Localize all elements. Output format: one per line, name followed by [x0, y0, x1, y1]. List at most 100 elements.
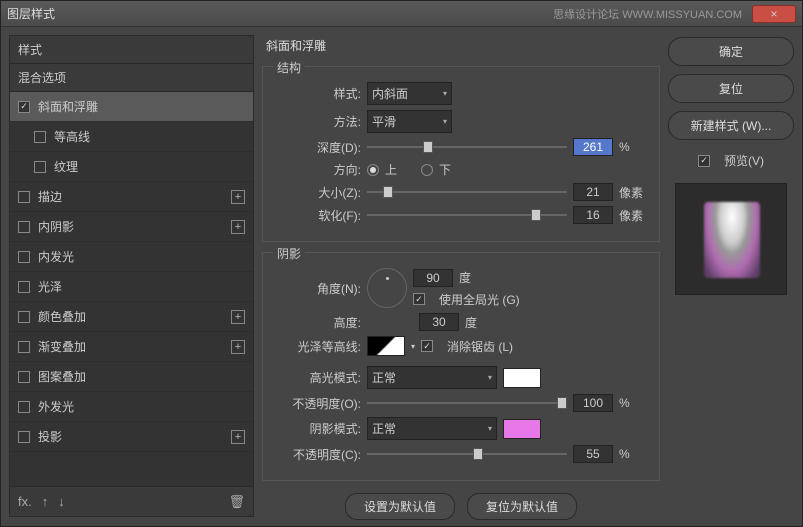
effect-checkbox[interactable]	[18, 341, 30, 353]
effect-checkbox[interactable]	[18, 401, 30, 413]
chevron-down-icon: ▾	[488, 424, 492, 433]
make-default-button[interactable]: 设置为默认值	[345, 493, 455, 520]
effect-label: 内阴影	[38, 218, 231, 235]
structure-legend: 结构	[273, 59, 305, 76]
panel-title: 斜面和浮雕	[262, 35, 660, 56]
depth-unit: %	[619, 140, 647, 154]
effect-checkbox[interactable]	[18, 311, 30, 323]
close-button[interactable]: ×	[752, 5, 796, 23]
highlight-opacity-label: 不透明度(O):	[275, 395, 361, 412]
angle-wheel[interactable]	[367, 268, 407, 308]
effect-label: 描边	[38, 188, 231, 205]
preview-checkbox[interactable]	[698, 155, 710, 167]
add-effect-icon[interactable]: +	[231, 220, 245, 234]
effect-checkbox[interactable]	[34, 131, 46, 143]
effect-checkbox[interactable]	[18, 371, 30, 383]
effect-item-3[interactable]: 描边+	[10, 182, 253, 212]
close-icon: ×	[770, 7, 777, 21]
reset-default-button[interactable]: 复位为默认值	[467, 493, 577, 520]
technique-label: 方法:	[275, 113, 361, 130]
direction-up-radio[interactable]	[367, 164, 379, 176]
effect-checkbox[interactable]	[18, 191, 30, 203]
technique-select[interactable]: 平滑▾	[367, 110, 452, 133]
blend-options[interactable]: 混合选项	[9, 64, 254, 92]
effect-item-4[interactable]: 内阴影+	[10, 212, 253, 242]
shading-legend: 阴影	[273, 245, 305, 262]
altitude-input[interactable]: 30	[419, 313, 459, 331]
dialog-body: 样式 混合选项 斜面和浮雕等高线纹理描边+内阴影+内发光光泽颜色叠加+渐变叠加+…	[1, 27, 802, 525]
chevron-down-icon[interactable]: ▾	[411, 342, 415, 351]
fx-menu[interactable]: fx.	[18, 494, 32, 509]
new-style-button[interactable]: 新建样式 (W)...	[668, 111, 794, 140]
default-buttons-row: 设置为默认值 复位为默认值	[262, 493, 660, 520]
effect-checkbox[interactable]	[18, 101, 30, 113]
direction-up-label: 上	[385, 161, 397, 178]
effect-item-10[interactable]: 外发光	[10, 392, 253, 422]
effect-label: 斜面和浮雕	[38, 98, 245, 115]
shadow-opacity-unit: %	[619, 447, 647, 461]
effect-item-7[interactable]: 颜色叠加+	[10, 302, 253, 332]
highlight-opacity-unit: %	[619, 396, 647, 410]
effect-list: 斜面和浮雕等高线纹理描边+内阴影+内发光光泽颜色叠加+渐变叠加+图案叠加外发光投…	[9, 92, 254, 487]
effect-checkbox[interactable]	[18, 221, 30, 233]
effect-checkbox[interactable]	[18, 281, 30, 293]
highlight-opacity-input[interactable]: 100	[573, 394, 613, 412]
titlebar: 图层样式 思缘设计论坛 WWW.MISSYUAN.COM ×	[1, 1, 802, 27]
structure-fieldset: 结构 样式: 内斜面▾ 方法: 平滑▾ 深度(D): 261 % 方向:	[262, 66, 660, 242]
direction-down-radio[interactable]	[421, 164, 433, 176]
add-effect-icon[interactable]: +	[231, 310, 245, 324]
styles-header[interactable]: 样式	[9, 35, 254, 64]
move-down-icon[interactable]: ↓	[58, 494, 65, 509]
effect-item-0[interactable]: 斜面和浮雕	[10, 92, 253, 122]
effect-checkbox[interactable]	[18, 431, 30, 443]
add-effect-icon[interactable]: +	[231, 340, 245, 354]
shadow-opacity-slider[interactable]	[367, 447, 567, 461]
effect-label: 图案叠加	[38, 368, 245, 385]
effect-label: 投影	[38, 428, 231, 445]
soften-unit: 像素	[619, 207, 647, 224]
soften-label: 软化(F):	[275, 207, 361, 224]
global-light-checkbox[interactable]	[413, 293, 425, 305]
shadow-mode-label: 阴影模式:	[275, 420, 361, 437]
cancel-button[interactable]: 复位	[668, 74, 794, 103]
gloss-contour-picker[interactable]	[367, 336, 405, 356]
highlight-mode-label: 高光模式:	[275, 369, 361, 386]
move-up-icon[interactable]: ↑	[42, 494, 49, 509]
shadow-opacity-input[interactable]: 55	[573, 445, 613, 463]
effect-checkbox[interactable]	[18, 251, 30, 263]
effect-checkbox[interactable]	[34, 161, 46, 173]
effect-item-11[interactable]: 投影+	[10, 422, 253, 452]
style-select[interactable]: 内斜面▾	[367, 82, 452, 105]
chevron-down-icon: ▾	[443, 117, 447, 126]
size-input[interactable]: 21	[573, 183, 613, 201]
effect-item-5[interactable]: 内发光	[10, 242, 253, 272]
effect-item-1[interactable]: 等高线	[10, 122, 253, 152]
soften-slider[interactable]	[367, 208, 567, 222]
soften-input[interactable]: 16	[573, 206, 613, 224]
effect-item-8[interactable]: 渐变叠加+	[10, 332, 253, 362]
add-effect-icon[interactable]: +	[231, 190, 245, 204]
size-slider[interactable]	[367, 185, 567, 199]
delete-icon[interactable]: 🗑	[228, 494, 245, 510]
add-effect-icon[interactable]: +	[231, 430, 245, 444]
highlight-color-swatch[interactable]	[503, 368, 541, 388]
shadow-color-swatch[interactable]	[503, 419, 541, 439]
size-unit: 像素	[619, 184, 647, 201]
watermark: 思缘设计论坛 WWW.MISSYUAN.COM	[553, 6, 742, 22]
ok-button[interactable]: 确定	[668, 37, 794, 66]
highlight-opacity-slider[interactable]	[367, 396, 567, 410]
effect-label: 内发光	[38, 248, 245, 265]
shadow-mode-select[interactable]: 正常▾	[367, 417, 497, 440]
gloss-contour-label: 光泽等高线:	[275, 338, 361, 355]
depth-slider[interactable]	[367, 140, 567, 154]
preview-row: 预览(V)	[668, 152, 794, 169]
effect-item-9[interactable]: 图案叠加	[10, 362, 253, 392]
angle-input[interactable]: 90	[413, 269, 453, 287]
effect-item-6[interactable]: 光泽	[10, 272, 253, 302]
effect-label: 颜色叠加	[38, 308, 231, 325]
highlight-mode-select[interactable]: 正常▾	[367, 366, 497, 389]
antialias-checkbox[interactable]	[421, 340, 433, 352]
effect-item-2[interactable]: 纹理	[10, 152, 253, 182]
depth-input[interactable]: 261	[573, 138, 613, 156]
layer-style-dialog: 图层样式 思缘设计论坛 WWW.MISSYUAN.COM × 样式 混合选项 斜…	[0, 0, 803, 527]
